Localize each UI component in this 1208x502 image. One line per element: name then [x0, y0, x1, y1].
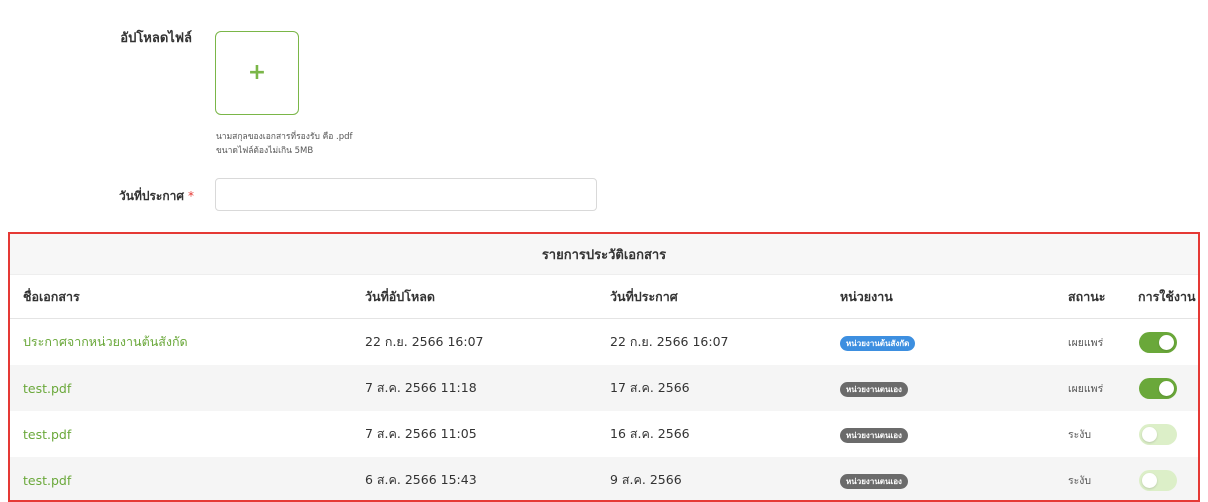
- upload-date: 7 ส.ค. 2566 11:05: [365, 426, 477, 441]
- document-name-link[interactable]: ประกาศจากหน่วยงานต้นสังกัด: [23, 332, 188, 352]
- status-text: เผยแพร่: [1068, 382, 1104, 395]
- table-row: test.pdf 7 ส.ค. 2566 11:18 17 ส.ค. 2566 หน่…: [10, 365, 1198, 411]
- toggle-knob: [1142, 472, 1157, 488]
- usage-toggle[interactable]: [1139, 469, 1177, 491]
- document-name-link[interactable]: test.pdf: [23, 427, 71, 442]
- unit-badge: หน่วยงานตนเอง: [840, 427, 908, 443]
- column-header-unit: หน่วยงาน: [840, 288, 893, 304]
- usage-toggle[interactable]: [1139, 377, 1177, 399]
- status-text: เผยแพร่: [1068, 336, 1104, 349]
- plus-icon: +: [247, 60, 267, 85]
- history-table: รายการประวัติเอกสาร ชื่อเอกสาร วันที่อัป…: [8, 232, 1200, 502]
- status-text: ระงับ: [1068, 428, 1092, 441]
- upload-date: 7 ส.ค. 2566 11:18: [365, 380, 477, 395]
- document-name-link[interactable]: test.pdf: [23, 473, 71, 488]
- announce-date-label: วันที่ประกาศ *: [60, 187, 194, 206]
- history-title: รายการประวัติเอกสาร: [10, 234, 1198, 275]
- column-header-status: สถานะ: [1068, 288, 1106, 304]
- announce-date: 9 ส.ค. 2566: [610, 472, 682, 487]
- upload-hint-filesize: ขนาดไฟล์ต้องไม่เกิน 5MB: [216, 146, 314, 156]
- toggle-knob: [1142, 426, 1157, 442]
- toggle-knob: [1159, 334, 1174, 350]
- unit-badge: หน่วยงานต้นสังกัด: [840, 335, 916, 351]
- unit-badge: หน่วยงานตนเอง: [840, 473, 908, 489]
- announce-date-input[interactable]: [215, 178, 597, 211]
- usage-toggle[interactable]: [1139, 423, 1177, 445]
- announce-date-label-text: วันที่ประกาศ: [119, 189, 184, 203]
- toggle-knob: [1159, 380, 1174, 396]
- required-mark: *: [188, 189, 194, 203]
- upload-hint-filetype: นามสกุลของเอกสารที่รองรับ คือ .pdf: [216, 132, 353, 142]
- table-row: test.pdf 6 ส.ค. 2566 15:43 9 ส.ค. 2566 หน่ว…: [10, 457, 1198, 500]
- status-text: ระงับ: [1068, 474, 1092, 487]
- column-header-announced: วันที่ประกาศ: [610, 288, 678, 304]
- table-row: test.pdf 7 ส.ค. 2566 11:05 16 ส.ค. 2566 หน่…: [10, 411, 1198, 457]
- upload-date: 22 ก.ย. 2566 16:07: [365, 334, 484, 349]
- unit-badge: หน่วยงานตนเอง: [840, 381, 908, 397]
- column-header-name: ชื่อเอกสาร: [23, 288, 80, 304]
- usage-toggle[interactable]: [1139, 331, 1177, 353]
- table-row: ประกาศจากหน่วยงานต้นสังกัด 22 ก.ย. 2566 1…: [10, 319, 1198, 365]
- document-name-link[interactable]: test.pdf: [23, 381, 71, 396]
- announce-date: 16 ส.ค. 2566: [610, 426, 690, 441]
- upload-label: อัปโหลดไฟล์: [120, 31, 192, 46]
- table-header: ชื่อเอกสาร วันที่อัปโหลด วันที่ประกาศ หน…: [10, 275, 1198, 319]
- column-header-usage: การใช้งาน: [1138, 288, 1196, 304]
- upload-button[interactable]: +: [215, 31, 299, 115]
- upload-date: 6 ส.ค. 2566 15:43: [365, 472, 477, 487]
- announce-date: 17 ส.ค. 2566: [610, 380, 690, 395]
- announce-date: 22 ก.ย. 2566 16:07: [610, 334, 729, 349]
- column-header-uploaded: วันที่อัปโหลด: [365, 288, 435, 304]
